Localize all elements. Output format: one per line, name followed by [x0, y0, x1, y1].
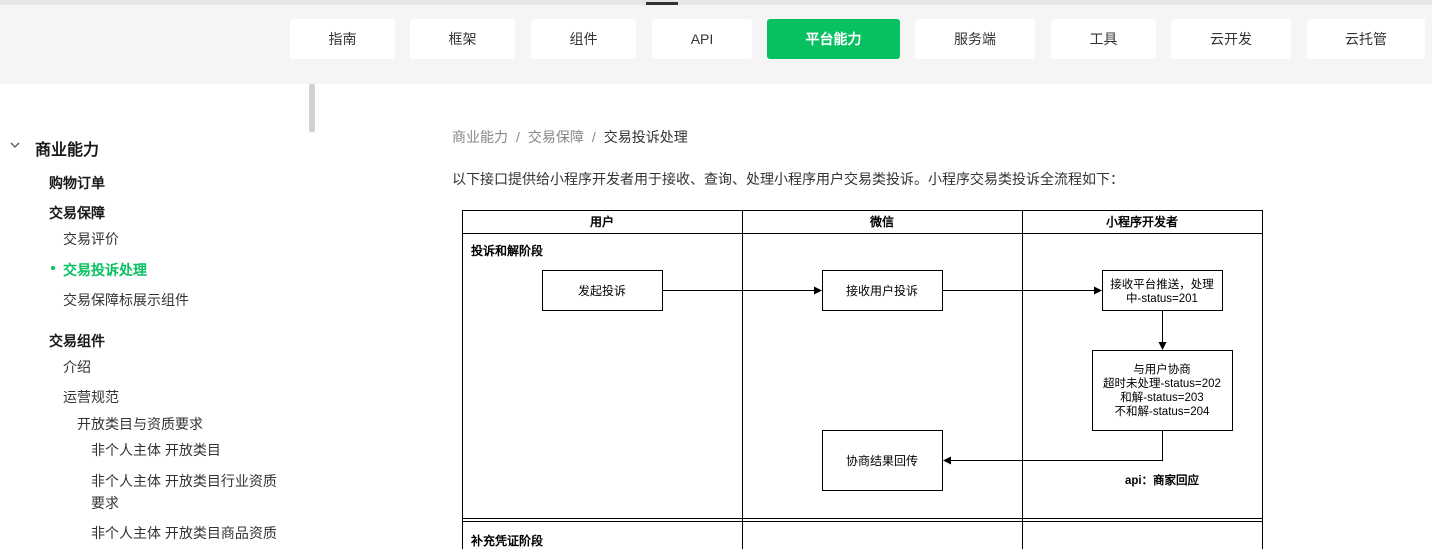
breadcrumb-separator: / [591, 129, 596, 145]
tab-platform-capability[interactable]: 平台能力 [767, 19, 900, 59]
box-user-complaint-label: 发起投诉 [578, 283, 626, 298]
sidebar-item-guarantee-badge[interactable]: 交易保障标展示组件 [63, 290, 189, 310]
sidebar-item-nonpersonal-categories[interactable]: 非个人主体 开放类目 [91, 440, 221, 460]
top-scroll-indicator [646, 2, 678, 5]
box-negotiate-label-4: 不和解-status=204 [1115, 404, 1211, 418]
active-dot-icon [51, 266, 55, 270]
chevron-down-icon[interactable] [10, 140, 20, 150]
stage-label-complaint: 投诉和解阶段 [471, 243, 544, 258]
sidebar-item-categories[interactable]: 开放类目与资质要求 [77, 414, 203, 434]
breadcrumb: 商业能力 / 交易保障 / 交易投诉处理 [452, 127, 688, 147]
sidebar-item-trade-review[interactable]: 交易评价 [63, 229, 119, 249]
sidebar-item-complaint-handling[interactable]: 交易投诉处理 [63, 260, 147, 280]
stage-label-evidence: 补充凭证阶段 [470, 533, 544, 548]
box-dev-receive-label-1: 接收平台推送，处理 [1110, 277, 1214, 291]
sidebar-scrollbar[interactable] [309, 84, 315, 132]
box-negotiate [1092, 350, 1233, 431]
sidebar-item-nonpersonal-industry-qual-cont[interactable]: 要求 [91, 493, 119, 513]
box-result-return-label: 协商结果回传 [846, 453, 918, 468]
box-negotiate-label-1: 与用户协商 [1133, 362, 1191, 376]
breadcrumb-current: 交易投诉处理 [603, 129, 688, 145]
flow-diagram: 用户 微信 小程序开发者 投诉和解阶段 补充凭证阶段 发起投诉 接收用户投诉 接… [462, 210, 1263, 549]
tab-cloud-dev[interactable]: 云开发 [1171, 19, 1291, 59]
box-wechat-receive-label: 接收用户投诉 [846, 283, 918, 298]
sidebar-item-nonpersonal-product-qual[interactable]: 非个人主体 开放类目商品资质 [91, 523, 277, 543]
tab-api[interactable]: API [652, 19, 752, 59]
tab-tools[interactable]: 工具 [1051, 19, 1156, 59]
sidebar-item-orders[interactable]: 购物订单 [49, 173, 105, 193]
tab-framework[interactable]: 框架 [410, 19, 515, 59]
api-note: api：商家回应 [1125, 473, 1200, 487]
breadcrumb-separator: / [516, 129, 520, 145]
tab-server[interactable]: 服务端 [915, 19, 1035, 59]
tab-components[interactable]: 组件 [531, 19, 636, 59]
tab-cloud-hosting[interactable]: 云托管 [1307, 19, 1425, 59]
breadcrumb-item[interactable]: 交易保障 [528, 129, 584, 145]
lane-header-developer: 小程序开发者 [1106, 214, 1178, 229]
box-negotiate-label-2: 超时未处理-status=202 [1103, 376, 1221, 390]
lane-header-user: 用户 [589, 214, 614, 229]
sidebar-item-operation-rules[interactable]: 运营规范 [63, 387, 119, 407]
tab-guide[interactable]: 指南 [290, 19, 395, 59]
intro-text: 以下接口提供给小程序开发者用于接收、查询、处理小程序用户交易类投诉。小程序交易类… [452, 171, 1124, 187]
sidebar-item-trade-guarantee[interactable]: 交易保障 [49, 203, 105, 223]
lane-header-wechat: 微信 [869, 214, 894, 229]
sidebar-item-nonpersonal-industry-qual[interactable]: 非个人主体 开放类目行业资质 [91, 471, 277, 491]
box-negotiate-label-3: 和解-status=203 [1120, 390, 1203, 404]
sidebar-item-trade-components[interactable]: 交易组件 [49, 331, 105, 351]
flow-diagram-svg: 用户 微信 小程序开发者 投诉和解阶段 补充凭证阶段 发起投诉 接收用户投诉 接… [462, 210, 1263, 549]
box-dev-receive-label-2: 中-status=201 [1126, 292, 1198, 305]
sidebar-item-intro[interactable]: 介绍 [63, 357, 91, 377]
sidebar-section-business[interactable]: 商业能力 [35, 136, 99, 160]
breadcrumb-item[interactable]: 商业能力 [452, 129, 508, 145]
